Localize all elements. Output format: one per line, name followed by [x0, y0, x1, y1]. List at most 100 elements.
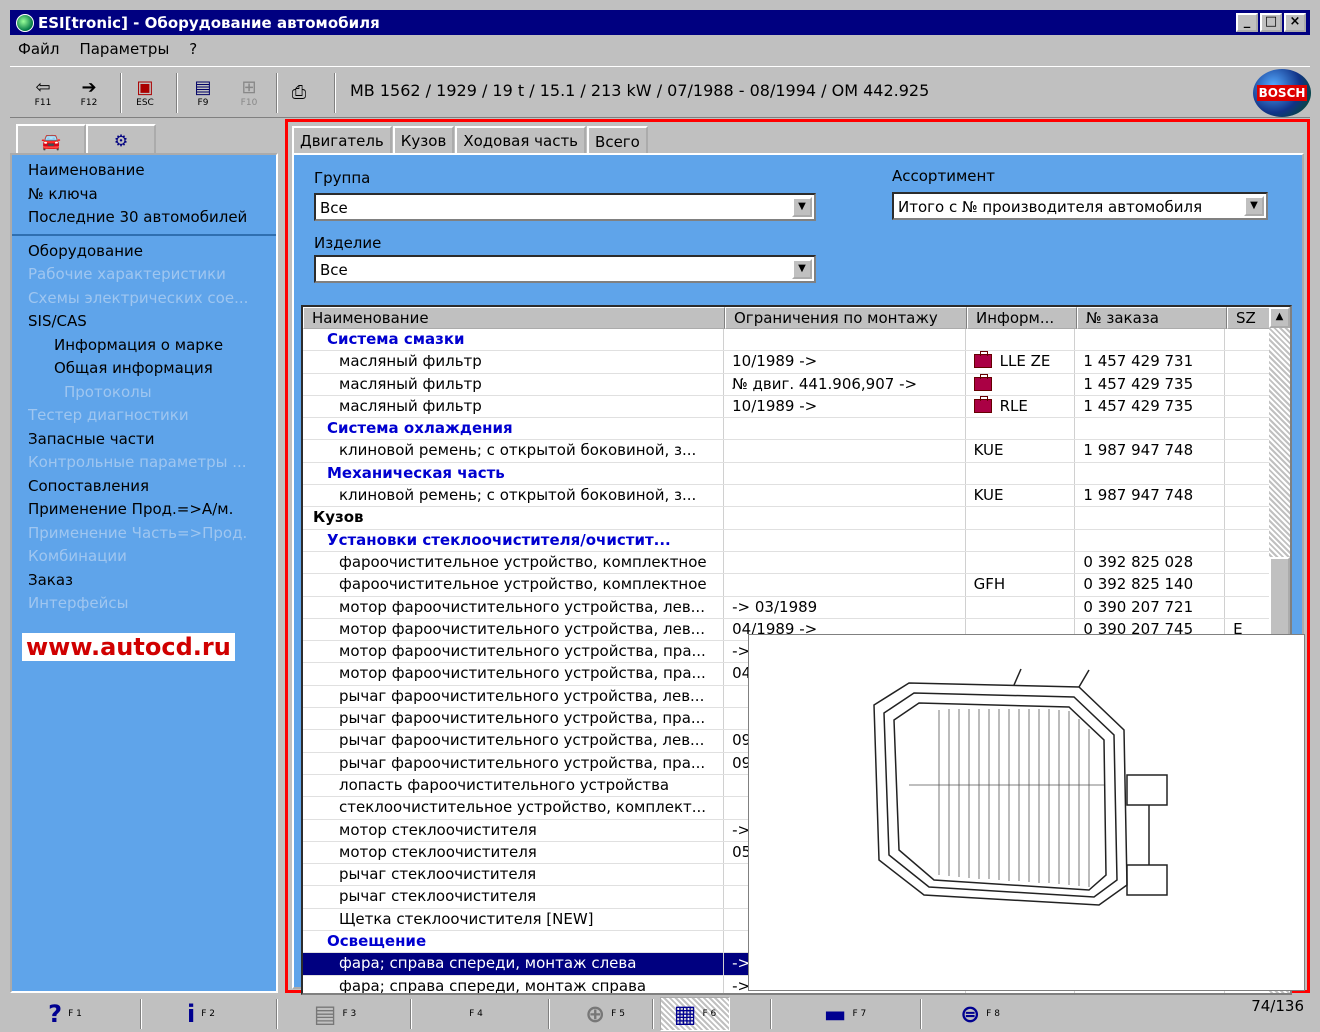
help-button[interactable]: ? F 1	[30, 997, 100, 1031]
cell-limit	[724, 440, 966, 462]
car-button[interactable]: ▬ F 7	[810, 997, 880, 1031]
nav-item[interactable]: Информация о марке	[28, 334, 270, 358]
vehicle-info: MB 1562 / 1929 / 19 t / 15.1 / 213 kW / …	[350, 81, 930, 100]
nav-item[interactable]: Применение Часть=>Прод.	[28, 522, 270, 546]
bosch-logo-text: BOSCH	[1256, 85, 1308, 101]
blank-button[interactable]: F 4	[438, 997, 508, 1031]
chevron-down-icon[interactable]: ▼	[1244, 196, 1264, 216]
table-row[interactable]: масляный фильтр № двиг. 441.906,907 -> 1 4…	[303, 373, 1273, 396]
table-row[interactable]: масляный фильтр 10/1989 -> RLE 1 457 429 73…	[303, 395, 1273, 419]
cell-info	[966, 329, 1076, 351]
calculator-button[interactable]: ▤ F 3	[300, 997, 370, 1031]
calculator-icon: ▤	[313, 1000, 337, 1028]
product-select[interactable]: Все ▼	[314, 255, 816, 283]
bosch-logo-button[interactable]: ⊜ F 8	[945, 997, 1015, 1031]
nav-item[interactable]: Применение Прод.=>А/м.	[28, 498, 270, 522]
tab-0[interactable]: Двигатель	[292, 126, 392, 154]
print-button[interactable]: ⎙	[282, 75, 316, 111]
cell-order	[1075, 507, 1226, 529]
maximize-button[interactable]: □	[1260, 13, 1282, 32]
function-key-label: F 4	[469, 1009, 483, 1019]
assortment-value: Итого с № производителя автомобиля	[898, 198, 1203, 216]
col-name[interactable]: Наименование	[303, 307, 725, 329]
col-order-number[interactable]: № заказа	[1077, 307, 1227, 329]
nav-key-number[interactable]: № ключа	[28, 183, 270, 207]
assortment-select[interactable]: Итого с № производителя автомобиля ▼	[892, 192, 1268, 220]
cell-limit	[724, 574, 966, 596]
nav-item[interactable]: Рабочие характеристики	[28, 263, 270, 287]
table-row[interactable]: Установки стеклоочистителя/очистит...	[303, 529, 1273, 552]
menu-file[interactable]: Файл	[18, 40, 59, 58]
menu-help[interactable]: ?	[189, 40, 197, 58]
nav-last-30[interactable]: Последние 30 автомобилей	[28, 206, 270, 230]
help-icon: ?	[48, 1000, 63, 1028]
minimize-button[interactable]: _	[1236, 13, 1258, 32]
nav-item[interactable]: Сопоставления	[28, 475, 270, 499]
product-label: Изделие	[314, 234, 382, 252]
col-restrictions[interactable]: Ограничения по монтажу	[725, 307, 967, 329]
parts-list-button[interactable]: ▦ F 6	[660, 997, 730, 1031]
cell-sz	[1225, 485, 1273, 507]
info-case-icon[interactable]	[973, 351, 992, 369]
menu-parameters[interactable]: Параметры	[79, 40, 169, 58]
cell-name: фароочистительное устройство, комплектно…	[303, 551, 725, 574]
chevron-down-icon[interactable]: ▼	[792, 259, 812, 279]
nav-item[interactable]: Заказ	[28, 569, 270, 593]
table-row[interactable]: клиновой ремень; с открытой боковиной, з…	[303, 485, 1273, 508]
col-sz[interactable]: SZ	[1227, 307, 1275, 329]
table-row[interactable]: фароочистительное устройство, комплектно…	[303, 551, 1273, 575]
close-button[interactable]: ×	[1284, 13, 1306, 32]
chevron-down-icon[interactable]: ▼	[792, 197, 812, 217]
table-row[interactable]: Кузов	[303, 507, 1273, 530]
group-select[interactable]: Все ▼	[314, 193, 816, 221]
cell-name: рычаг фароочистительного устройства, лев…	[303, 730, 725, 752]
back-button[interactable]: ⇦ F11	[26, 75, 60, 111]
scroll-up-icon[interactable]: ▲	[1269, 307, 1290, 328]
nav-item[interactable]: Общая информация	[28, 357, 270, 381]
forward-button[interactable]: ➔ F12	[72, 75, 106, 111]
tab-vehicle[interactable]: 🚘	[16, 124, 86, 156]
col-info[interactable]: Информ...	[967, 307, 1077, 329]
tab-3[interactable]: Всего	[587, 126, 648, 156]
cell-name: Щетка стеклоочистителя [NEW]	[303, 908, 725, 931]
bosch-globe-logo: BOSCH	[1253, 69, 1311, 117]
nav-item[interactable]: Тестер диагностики	[28, 404, 270, 428]
function-key-label: F 5	[611, 1009, 625, 1019]
nav-item[interactable]: SIS/CAS	[28, 310, 270, 334]
cell-info	[966, 418, 1076, 440]
tab-2[interactable]: Ходовая часть	[455, 126, 587, 154]
table-row[interactable]: Система охлаждения	[303, 418, 1273, 441]
tab-engine[interactable]: ⚙	[86, 124, 156, 154]
nav-item[interactable]: Протоколы	[28, 381, 270, 405]
table-row[interactable]: фароочистительное устройство, комплектно…	[303, 574, 1273, 597]
nav-name[interactable]: Наименование	[28, 159, 270, 183]
info-case-icon[interactable]	[973, 395, 992, 413]
table-row[interactable]: Механическая часть	[303, 462, 1273, 486]
table-row[interactable]: клиновой ремень; с открытой боковиной, з…	[303, 440, 1273, 463]
info-case-icon[interactable]	[973, 373, 992, 391]
tree-button[interactable]: ⊞ F10	[232, 75, 266, 111]
nav-item[interactable]: Запасные части	[28, 428, 270, 452]
nav-item[interactable]: Схемы электрических сое...	[28, 287, 270, 311]
cell-name: Установки стеклоочистителя/очистит...	[303, 529, 725, 551]
cell-sz	[1225, 418, 1273, 440]
function-key-bar: 74/136 ? F 1 i F 2 ▤ F 3 F 4 ⊕ F 5 ▦ F 6 ▬ F 7 ⊜ F 8	[10, 995, 1310, 1032]
nav-item[interactable]: Интерфейсы	[28, 592, 270, 616]
esc-button[interactable]: ▣ ESC	[128, 75, 162, 111]
nav-item[interactable]: Комбинации	[28, 545, 270, 569]
watermark-link[interactable]: www.autocd.ru	[22, 633, 235, 661]
cell-order: 0 390 207 721	[1075, 596, 1226, 618]
zoom-icon: ⊕	[585, 1000, 606, 1028]
cell-order	[1075, 529, 1226, 551]
table-row[interactable]: мотор фароочистительного устройства, лев…	[303, 596, 1273, 619]
list-button[interactable]: ▤ F9	[186, 75, 220, 111]
nav-item[interactable]: Контрольные параметры ...	[28, 451, 270, 475]
list-key-label: F9	[197, 98, 209, 108]
table-row[interactable]: Система смазки	[303, 329, 1273, 352]
zoom-button[interactable]: ⊕ F 5	[570, 997, 640, 1031]
tab-1[interactable]: Кузов	[392, 126, 455, 154]
cell-name: мотор фароочистительного устройства, лев…	[303, 618, 725, 641]
nav-item[interactable]: Оборудование	[28, 240, 270, 264]
info-button[interactable]: i F 2	[166, 997, 236, 1031]
table-row[interactable]: масляный фильтр 10/1989 -> LLE ZE 1 457 429…	[303, 351, 1273, 374]
